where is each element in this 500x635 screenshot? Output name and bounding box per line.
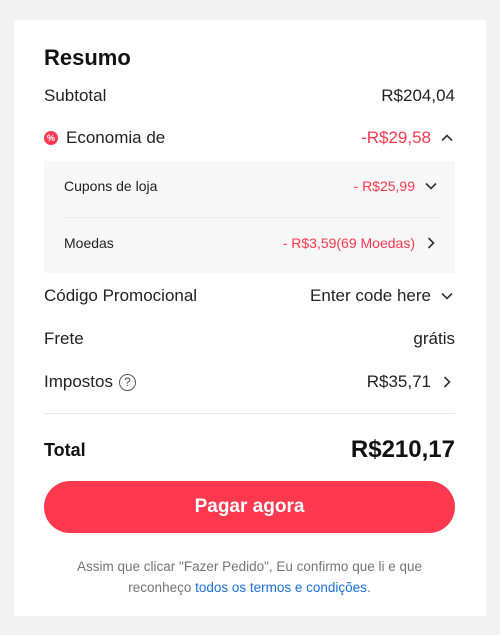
economy-breakdown: Cupons de loja - R$25,99 Moedas - R$3,59… bbox=[44, 161, 455, 273]
taxes-label: Impostos bbox=[44, 372, 113, 391]
divider bbox=[64, 217, 439, 218]
coins-row[interactable]: Moedas - R$3,59(69 Moedas) bbox=[64, 235, 439, 251]
coins-label: Moedas bbox=[64, 235, 114, 251]
subtotal-label: Subtotal bbox=[44, 86, 107, 105]
promo-code-input[interactable]: Enter code here bbox=[310, 286, 431, 306]
economy-row[interactable]: % Economia de -R$29,58 bbox=[44, 128, 455, 148]
shipping-label: Frete bbox=[44, 329, 84, 348]
total-value: R$210,17 bbox=[350, 436, 455, 463]
coupon-row[interactable]: Cupons de loja - R$25,99 bbox=[64, 178, 439, 194]
shipping-row: Frete grátis bbox=[44, 329, 455, 349]
chevron-right-icon[interactable] bbox=[423, 235, 439, 251]
total-row: Total R$210,17 bbox=[44, 436, 455, 464]
subtotal-row: Subtotal R$204,04 bbox=[44, 86, 455, 106]
terms-link[interactable]: todos os termos e condições bbox=[195, 580, 367, 595]
chevron-right-icon[interactable] bbox=[439, 374, 455, 390]
promo-code-row[interactable]: Código Promocional Enter code here bbox=[44, 286, 455, 306]
coins-value: - R$3,59(69 Moedas) bbox=[282, 235, 415, 251]
coupon-label: Cupons de loja bbox=[64, 178, 158, 194]
taxes-value: R$35,71 bbox=[366, 372, 431, 391]
coupon-value: - R$25,99 bbox=[353, 178, 415, 194]
discount-badge-icon: % bbox=[44, 131, 58, 145]
order-summary-card: Resumo Subtotal R$204,04 % Economia de -… bbox=[14, 20, 486, 616]
promo-label: Código Promocional bbox=[44, 286, 198, 305]
taxes-row[interactable]: Impostos ? R$35,71 bbox=[44, 372, 455, 392]
help-icon[interactable]: ? bbox=[118, 373, 136, 391]
terms-notice: Assim que clicar "Fazer Pedido", Eu conf… bbox=[44, 556, 455, 598]
total-label: Total bbox=[44, 439, 86, 460]
chevron-up-icon[interactable] bbox=[439, 130, 455, 146]
economy-label: Economia de bbox=[66, 128, 166, 147]
subtotal-value: R$204,04 bbox=[381, 86, 455, 105]
pay-now-button[interactable]: Pagar agora bbox=[44, 481, 455, 533]
divider bbox=[44, 413, 455, 414]
shipping-value: grátis bbox=[413, 329, 455, 348]
chevron-down-icon[interactable] bbox=[439, 288, 455, 304]
terms-text-end: . bbox=[366, 580, 371, 595]
summary-title: Resumo bbox=[44, 45, 131, 70]
chevron-down-icon[interactable] bbox=[423, 178, 439, 194]
economy-value: -R$29,58 bbox=[361, 128, 431, 147]
